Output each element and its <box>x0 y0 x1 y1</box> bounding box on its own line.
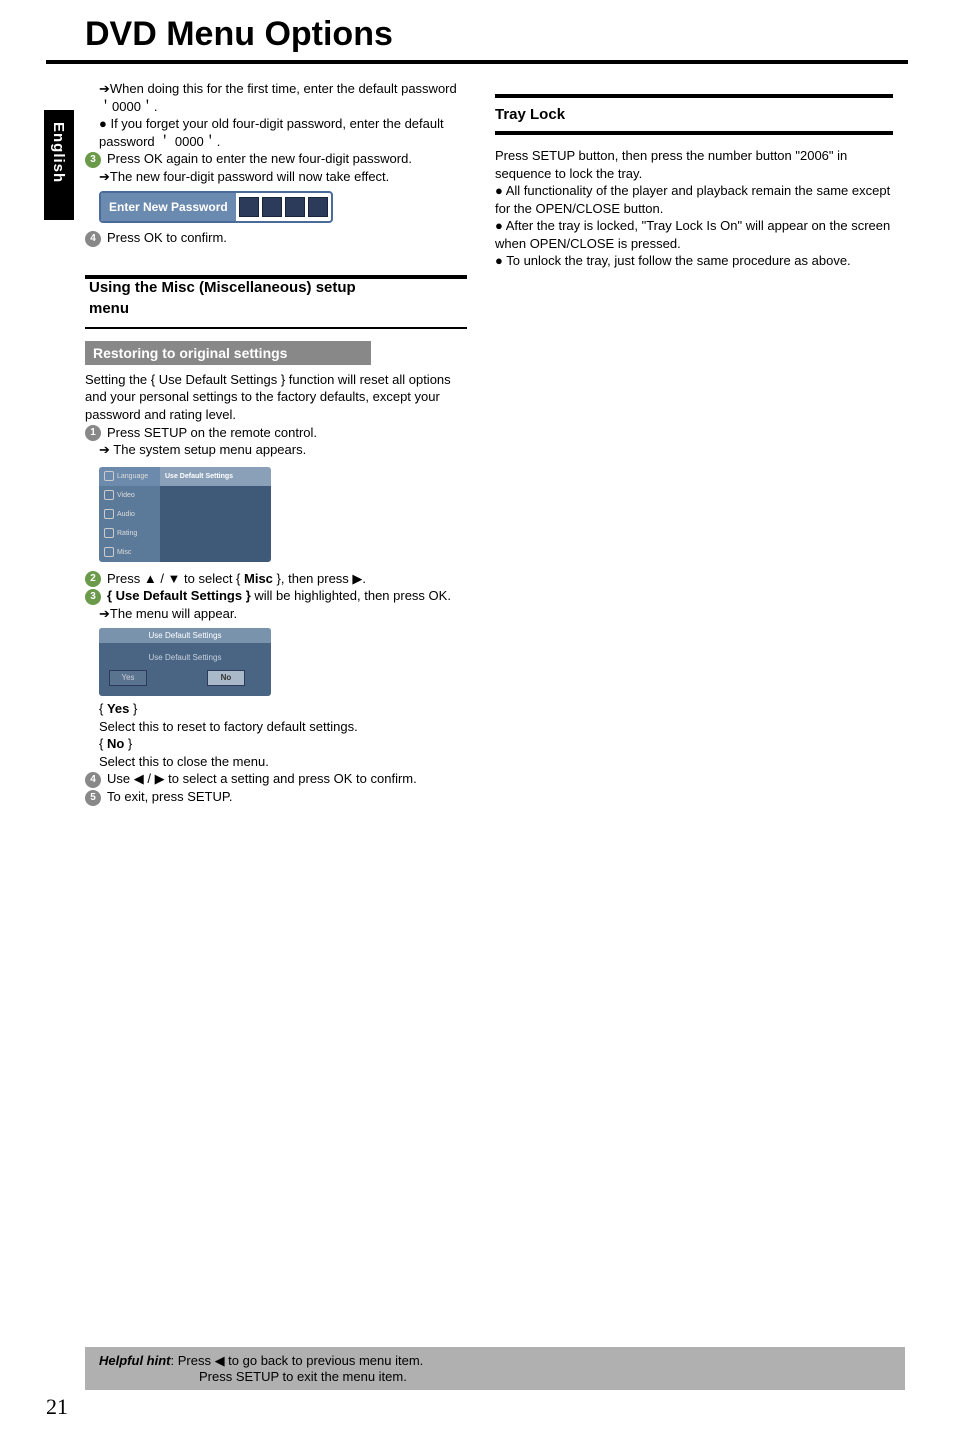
page-number: 21 <box>46 1394 68 1420</box>
enter-password-label: Enter New Password <box>101 193 236 221</box>
password-digit <box>285 197 305 217</box>
page-title: DVD Menu Options <box>85 15 393 54</box>
intro-step-3: 3Press OK again to enter the new four-di… <box>85 150 467 168</box>
confirm-dialog-screenshot: Use Default Settings Use Default Setting… <box>99 628 271 696</box>
enter-password-graphic: Enter New Password <box>85 191 467 223</box>
restoring-tab: Restoring to original settings <box>85 341 371 365</box>
intro-arrow-2: ➔The new four-digit password will now ta… <box>85 168 467 186</box>
step-number-2: 2 <box>85 571 101 587</box>
helpful-hint-bar: Helpful hint: Press ◀ to go back to prev… <box>85 1347 905 1390</box>
left-column: ➔When doing this for the first time, ent… <box>85 80 467 806</box>
step-number-1: 1 <box>85 425 101 441</box>
yes-option: { Yes } <box>85 700 467 718</box>
ms-row-misc: Misc <box>99 543 160 562</box>
confirm-dialog-body: Use Default Settings <box>99 643 271 670</box>
restore-step-4: 4Use ◀ / ▶ to select a setting and press… <box>85 770 467 788</box>
ms-row-video: Video <box>99 486 160 505</box>
confirm-no-button: No <box>207 670 245 686</box>
helpful-hint-line-1: : Press ◀ to go back to previous menu it… <box>171 1353 424 1368</box>
password-digit <box>262 197 282 217</box>
step-number-5: 5 <box>85 790 101 806</box>
restore-step-3: 3{ Use Default Settings } will be highli… <box>85 587 467 605</box>
confirm-yes-button: Yes <box>109 670 147 686</box>
tray-lock-p3: ● After the tray is locked, "Tray Lock I… <box>495 217 893 252</box>
restore-step-2: 2Press ▲ / ▼ to select { Misc }, then pr… <box>85 570 467 588</box>
restore-step-1-arrow: ➔ The system setup menu appears. <box>85 441 467 459</box>
no-desc: Select this to close the menu. <box>85 753 467 771</box>
tray-lock-p1: Press SETUP button, then press the numbe… <box>495 147 893 182</box>
restore-intro: Setting the { Use Default Settings } fun… <box>85 371 467 424</box>
subsection-rule-bottom <box>85 327 467 329</box>
tray-lock-p2: ● All functionality of the player and pl… <box>495 182 893 217</box>
ms-row-audio: Audio <box>99 505 160 524</box>
ms-row-rating: Rating <box>99 524 160 543</box>
step-number-4b: 4 <box>85 772 101 788</box>
tray-lock-rule-top <box>495 94 893 98</box>
language-side-tab-label: English <box>44 110 67 183</box>
restore-step-1: 1Press SETUP on the remote control. <box>85 424 467 442</box>
tray-lock-heading: Tray Lock <box>495 106 893 123</box>
misc-title-1: Using the Misc (Miscellaneous) setup <box>85 279 467 296</box>
intro-bullet-1: ● If you forget your old four-digit pass… <box>85 115 467 150</box>
intro-step-4: 4Press OK to confirm. <box>85 229 467 247</box>
restore-step-3-arrow: ➔The menu will appear. <box>85 605 467 623</box>
step-number-3b: 3 <box>85 589 101 605</box>
ms-row-use-default: Use Default Settings <box>160 467 271 486</box>
password-digit <box>308 197 328 217</box>
misc-title-2: menu <box>85 300 467 317</box>
setup-menu-screenshot: LanguageUse Default Settings Video Audio… <box>99 467 271 562</box>
ms-row-language: Language <box>99 467 160 486</box>
helpful-hint-label: Helpful hint <box>99 1353 171 1368</box>
password-digit <box>239 197 259 217</box>
title-rule <box>46 60 908 64</box>
helpful-hint-line-2: Press SETUP to exit the menu item. <box>99 1369 891 1384</box>
right-column: Tray Lock Press SETUP button, then press… <box>495 80 893 270</box>
step-number-4: 4 <box>85 231 101 247</box>
tray-lock-p4: ● To unlock the tray, just follow the sa… <box>495 252 893 270</box>
restore-step-5: 5To exit, press SETUP. <box>85 788 467 806</box>
step-number-3: 3 <box>85 152 101 168</box>
tray-lock-rule-bottom <box>495 131 893 135</box>
no-option: { No } <box>85 735 467 753</box>
confirm-dialog-header: Use Default Settings <box>99 628 271 643</box>
misc-subsection: Using the Misc (Miscellaneous) setup men… <box>85 275 467 806</box>
language-side-tab: English <box>44 110 74 220</box>
yes-desc: Select this to reset to factory default … <box>85 718 467 736</box>
intro-arrow-1: ➔When doing this for the first time, ent… <box>85 80 467 115</box>
